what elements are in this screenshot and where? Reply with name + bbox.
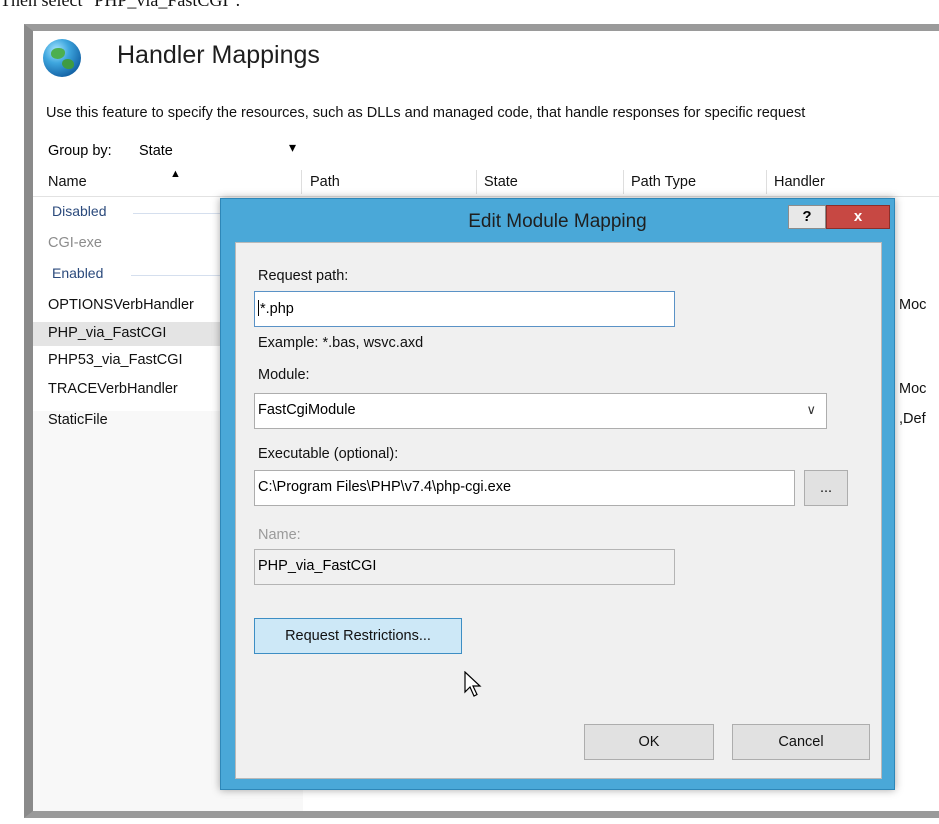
- feature-description: Use this feature to specify the resource…: [46, 105, 806, 121]
- column-header-handler[interactable]: Handler: [774, 174, 825, 190]
- module-label: Module:: [258, 367, 310, 383]
- edit-module-mapping-dialog: Edit Module Mapping ? x Request path: *.…: [220, 198, 895, 790]
- chevron-down-icon[interactable]: ▾: [289, 139, 296, 156]
- dialog-body: Request path: *.php Example: *.bas, wsvc…: [235, 242, 882, 779]
- instruction-caption: Then select "PHP_via_FastCGI".: [0, 0, 241, 10]
- name-input[interactable]: PHP_via_FastCGI: [254, 549, 675, 585]
- request-restrictions-button[interactable]: Request Restrictions...: [254, 618, 462, 654]
- column-header-name[interactable]: Name: [48, 174, 87, 190]
- column-header-state[interactable]: State: [484, 174, 518, 190]
- handler-cell: Moc: [899, 381, 927, 397]
- request-path-label: Request path:: [258, 268, 349, 284]
- page-title: Handler Mappings: [117, 41, 320, 69]
- module-select[interactable]: FastCgiModule ∨: [254, 393, 827, 429]
- name-label: Name:: [258, 527, 301, 543]
- example-text: Example: *.bas, wsvc.axd: [258, 335, 424, 351]
- handler-cell: ,Def: [899, 411, 926, 427]
- column-header-path[interactable]: Path: [310, 174, 340, 190]
- cancel-button[interactable]: Cancel: [732, 724, 870, 760]
- close-button[interactable]: x: [826, 205, 890, 229]
- sort-ascending-icon: ▲: [170, 168, 181, 180]
- browse-button[interactable]: ...: [804, 470, 848, 506]
- executable-label: Executable (optional):: [258, 446, 399, 462]
- request-path-input[interactable]: *.php: [254, 291, 675, 327]
- table-row[interactable]: CGI-exe: [48, 235, 102, 251]
- handler-cell: Moc: [899, 297, 927, 313]
- chevron-down-icon[interactable]: ∨: [806, 402, 816, 418]
- executable-input[interactable]: C:\Program Files\PHP\v7.4\php-cgi.exe: [254, 470, 795, 506]
- mouse-cursor-icon: [464, 671, 482, 697]
- ok-button[interactable]: OK: [584, 724, 714, 760]
- table-row[interactable]: StaticFile: [48, 412, 108, 428]
- table-row[interactable]: PHP_via_FastCGI: [48, 325, 166, 341]
- column-header-path-type[interactable]: Path Type: [631, 174, 696, 190]
- table-row[interactable]: PHP53_via_FastCGI: [48, 352, 183, 368]
- group-by-label: Group by:: [48, 143, 112, 159]
- group-header-disabled[interactable]: Disabled: [52, 203, 106, 219]
- globe-icon: [43, 39, 81, 77]
- table-row[interactable]: TRACEVerbHandler: [48, 381, 178, 397]
- table-row[interactable]: OPTIONSVerbHandler: [48, 297, 194, 313]
- help-button[interactable]: ?: [788, 205, 826, 229]
- group-header-enabled[interactable]: Enabled: [52, 265, 103, 281]
- group-by-select[interactable]: State: [139, 143, 173, 159]
